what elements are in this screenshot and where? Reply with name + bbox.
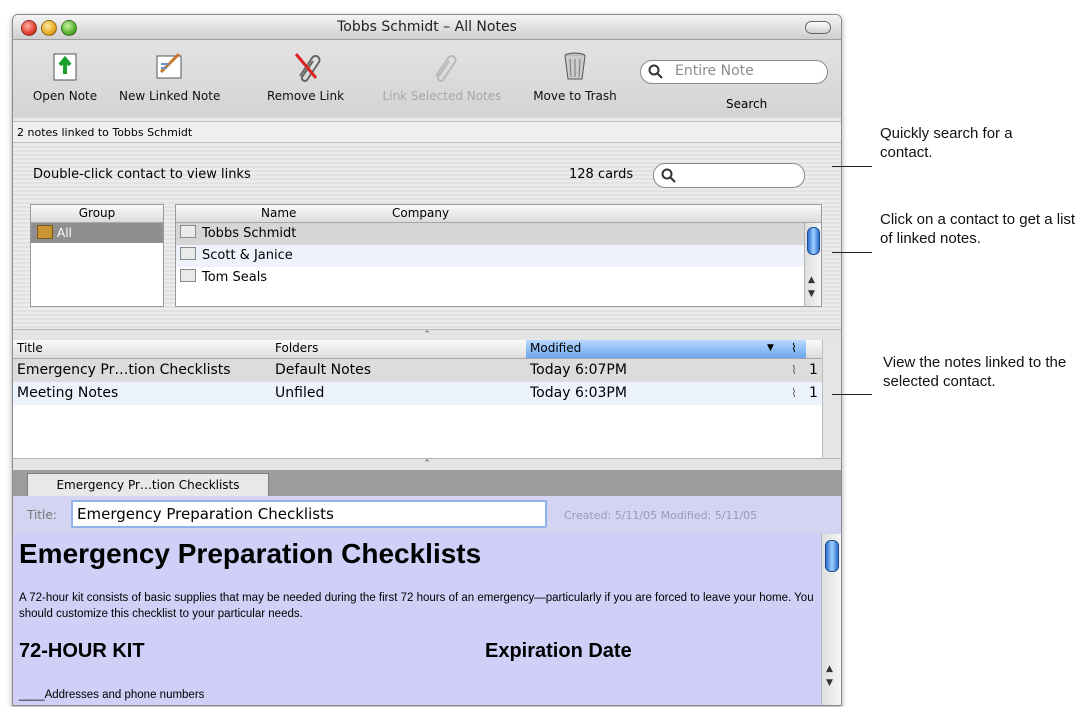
card-count: 128 cards xyxy=(569,167,634,182)
link-selected-notes-button[interactable]: Link Selected Notes xyxy=(367,40,517,103)
note-title-field[interactable]: Emergency Preparation Checklists xyxy=(71,500,547,528)
company-column-header[interactable]: Company xyxy=(392,206,449,220)
callout-contact: Click on a contact to get a list of link… xyxy=(880,211,1076,247)
paperclip-icon: ⌇ xyxy=(791,341,797,355)
group-column-header[interactable]: Group xyxy=(31,205,163,223)
window-title: Tobbs Schmidt – All Notes xyxy=(337,19,517,35)
contact-list: Name Company Tobbs Schmidt Scott & Janic… xyxy=(175,204,822,307)
paperclip-icon: ⌇ xyxy=(791,386,797,400)
contact-list-header: Name Company xyxy=(176,205,821,223)
search-label: Search xyxy=(726,97,768,111)
status-text: 2 notes linked to Tobbs Schmidt xyxy=(13,121,841,143)
search-icon xyxy=(648,64,663,79)
contact-row[interactable]: Scott & Janice xyxy=(176,245,821,267)
table-row[interactable]: Emergency Pr…tion Checklists Default Not… xyxy=(13,359,823,382)
checklist-item: ____Addresses and phone numbers xyxy=(19,689,205,701)
notes-scrollbar[interactable] xyxy=(822,340,841,458)
note-dates: Created: 5/11/05 Modified: 5/11/05 xyxy=(564,509,758,522)
folders-column-header[interactable]: Folders xyxy=(275,341,318,355)
note-body[interactable]: Emergency Preparation Checklists A 72-ho… xyxy=(13,534,821,705)
contacts-splitter[interactable]: ⌃ xyxy=(13,329,841,340)
sort-descending-icon[interactable]: ▼ xyxy=(767,343,774,353)
title-bar: Tobbs Schmidt – All Notes xyxy=(13,15,841,40)
open-note-icon xyxy=(53,53,77,81)
note-editor: Title: Emergency Preparation Checklists … xyxy=(13,496,841,705)
contact-row[interactable]: Tom Seals xyxy=(176,267,821,289)
app-window: Tobbs Schmidt – All Notes Open Note New … xyxy=(12,14,842,706)
notes-table-header: Title Folders Modified ▼ ⌇ xyxy=(13,340,823,359)
toolbar-toggle-button[interactable] xyxy=(805,21,831,34)
callout-search: Quickly search for a contact. xyxy=(880,125,1013,161)
note-paragraph: A 72-hour kit consists of basic supplies… xyxy=(19,592,814,620)
scroll-thumb[interactable] xyxy=(807,227,820,255)
scroll-up-arrow-icon[interactable]: ▲ xyxy=(826,664,833,674)
name-column-header[interactable]: Name xyxy=(261,206,296,220)
editor-scrollbar[interactable]: ▲ ▼ xyxy=(821,534,841,705)
note-title-row: Title: Emergency Preparation Checklists … xyxy=(13,496,841,535)
search-icon xyxy=(661,168,676,183)
paperclip-remove-icon xyxy=(294,53,320,82)
contacts-hint: Double-click contact to view links xyxy=(33,167,251,182)
folder-icon xyxy=(37,225,53,239)
expiration-heading: Expiration Date xyxy=(485,640,632,662)
search-placeholder: Entire Note xyxy=(675,63,754,79)
contact-search-field[interactable] xyxy=(653,163,805,188)
notes-table: Title Folders Modified ▼ ⌇ Emergency Pr…… xyxy=(13,340,823,458)
contact-card-icon xyxy=(180,247,196,260)
move-to-trash-button[interactable]: Move to Trash xyxy=(523,40,627,103)
callout-line xyxy=(832,394,872,395)
scroll-up-arrow-icon[interactable]: ▲ xyxy=(808,275,815,285)
table-row[interactable]: Meeting Notes Unfiled Today 6:03PM ⌇ 1 xyxy=(13,382,823,405)
callout-notes: View the notes linked to the selected co… xyxy=(883,354,1067,390)
kit-heading: 72-HOUR KIT xyxy=(19,640,145,662)
paperclip-icon: ⌇ xyxy=(791,363,797,377)
contacts-panel: Double-click contact to view links 128 c… xyxy=(13,144,841,329)
contact-list-scrollbar[interactable]: ▲ ▼ xyxy=(804,223,821,306)
callout-line xyxy=(832,166,872,167)
toolbar: Open Note New Linked Note Remove Link Li… xyxy=(13,40,841,118)
remove-link-button[interactable]: Remove Link xyxy=(258,40,353,103)
new-linked-note-icon xyxy=(156,52,182,79)
scroll-thumb[interactable] xyxy=(825,540,839,572)
tab-bar: Emergency Pr…tion Checklists xyxy=(13,470,841,496)
toolbar-search-field[interactable]: Entire Note xyxy=(640,60,828,84)
tab-note[interactable]: Emergency Pr…tion Checklists xyxy=(27,473,269,496)
new-linked-note-button[interactable]: New Linked Note xyxy=(119,40,220,103)
modified-column-header[interactable]: Modified xyxy=(530,341,581,355)
open-note-button[interactable]: Open Note xyxy=(25,40,105,103)
contact-card-icon xyxy=(180,225,196,238)
title-label: Title: xyxy=(27,508,57,522)
paperclip-icon xyxy=(435,55,457,82)
contact-row[interactable]: Tobbs Schmidt xyxy=(176,223,821,245)
scroll-down-arrow-icon[interactable]: ▼ xyxy=(808,289,815,299)
notes-splitter[interactable]: ⌃ xyxy=(13,458,841,469)
callout-line xyxy=(832,252,872,253)
trash-icon xyxy=(564,52,586,80)
scroll-down-arrow-icon[interactable]: ▼ xyxy=(826,678,833,688)
group-list: Group All xyxy=(30,204,164,307)
title-column-header[interactable]: Title xyxy=(17,341,43,355)
note-heading: Emergency Preparation Checklists xyxy=(19,538,482,569)
group-item-all[interactable]: All xyxy=(31,223,163,243)
contact-card-icon xyxy=(180,269,196,282)
